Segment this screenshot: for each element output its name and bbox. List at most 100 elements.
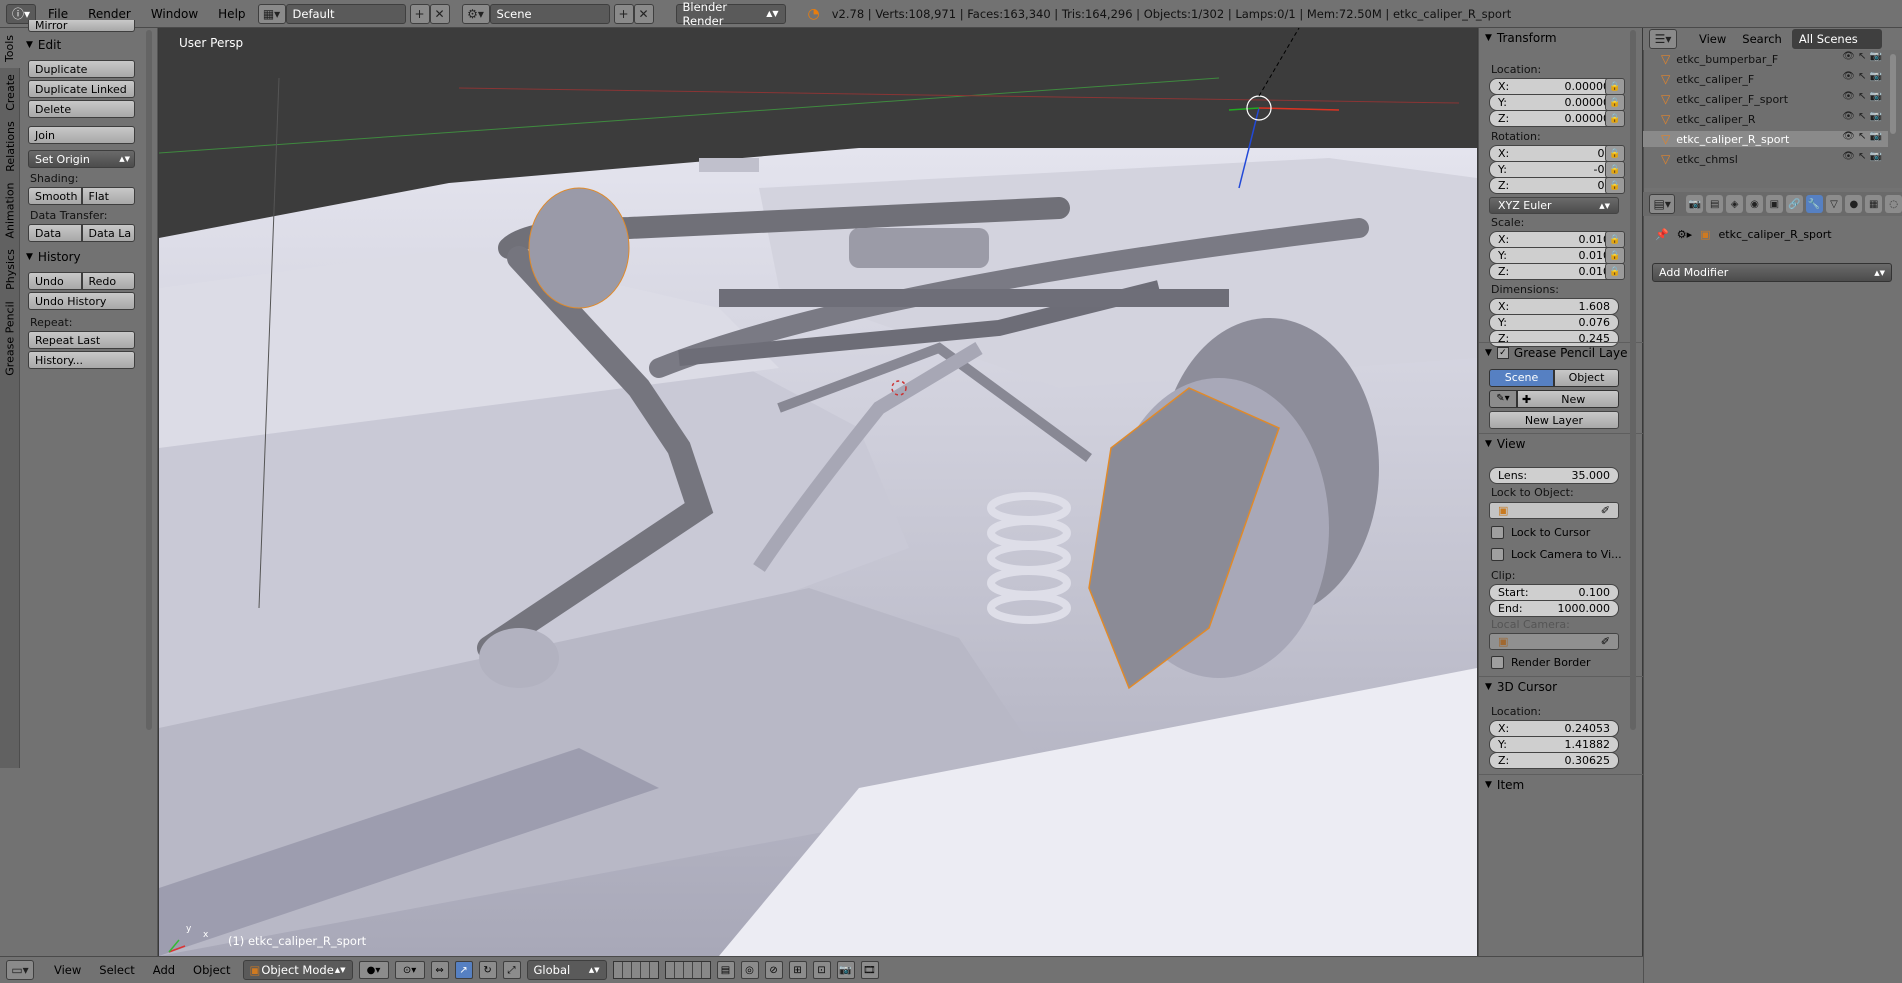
render-tab-icon[interactable]: 📷 bbox=[1686, 195, 1704, 213]
rotation-y-field[interactable]: Y: -0° bbox=[1489, 161, 1619, 178]
lock-rotation-y-icon[interactable]: 🔒 bbox=[1605, 161, 1625, 178]
outliner-item[interactable]: ▽ etkc_caliper_F_sport 👁 ↖ 📷 bbox=[1643, 91, 1888, 107]
clip-start-field[interactable]: Start: 0.100 bbox=[1489, 584, 1619, 601]
snap-toggle-icon[interactable]: ⊘ bbox=[764, 961, 783, 979]
properties-editor-icon[interactable]: ▤▾ bbox=[1649, 194, 1676, 214]
remove-scene-icon[interactable]: ✕ bbox=[633, 3, 654, 24]
outliner-item-selected[interactable]: ▽ etkc_caliper_R_sport 👁 ↖ 📷 bbox=[1643, 131, 1888, 147]
lock-camera-checkbox[interactable] bbox=[1491, 548, 1504, 561]
npanel-scrollbar[interactable] bbox=[1630, 30, 1636, 730]
outliner-restrict-icons[interactable]: 👁 ↖ 📷 bbox=[1842, 51, 1882, 62]
data-tab-icon[interactable]: ▽ bbox=[1825, 195, 1843, 213]
outliner-restrict-icons[interactable]: 👁 ↖ 📷 bbox=[1842, 131, 1882, 142]
render-opengl-icon[interactable]: 📷 bbox=[836, 961, 855, 979]
lock-cursor-checkbox[interactable] bbox=[1491, 526, 1504, 539]
add-screen-icon[interactable]: + bbox=[409, 3, 430, 24]
duplicate-linked-button[interactable]: Duplicate Linked bbox=[28, 80, 135, 98]
outliner-restrict-icons[interactable]: 👁 ↖ 📷 bbox=[1842, 111, 1882, 122]
render-animation-icon[interactable]: 🎞 bbox=[860, 961, 879, 979]
manipulator-toggle-icon[interactable]: ⇔ bbox=[430, 961, 449, 979]
lock-location-y-icon[interactable]: 🔒 bbox=[1605, 94, 1625, 111]
gp-new-layer-button[interactable]: New Layer bbox=[1489, 411, 1619, 429]
layers-grid-b[interactable] bbox=[664, 961, 711, 979]
lens-field[interactable]: Lens: 35.000 bbox=[1489, 467, 1619, 484]
scene-tab-icon[interactable]: ◈ bbox=[1726, 195, 1743, 213]
object-tab-icon[interactable]: ▣ bbox=[1765, 195, 1783, 213]
menu-window[interactable]: Window bbox=[143, 7, 206, 21]
material-tab-icon[interactable]: ● bbox=[1845, 195, 1863, 213]
lock-scale-x-icon[interactable]: 🔒 bbox=[1605, 231, 1625, 248]
undo-button[interactable]: Undo bbox=[28, 272, 82, 290]
menu-render[interactable]: Render bbox=[80, 7, 139, 21]
tab-animation[interactable]: Animation bbox=[0, 178, 20, 242]
outliner-item[interactable]: ▽ etkc_caliper_F 👁 ↖ 📷 bbox=[1643, 71, 1888, 87]
lock-scale-y-icon[interactable]: 🔒 bbox=[1605, 247, 1625, 264]
viewport-shading-icon[interactable]: ●▾ bbox=[358, 961, 389, 979]
snap-target-icon[interactable]: ⊡ bbox=[812, 961, 831, 979]
mirror-button[interactable]: Mirror bbox=[28, 20, 135, 32]
tab-create[interactable]: Create bbox=[0, 70, 20, 114]
transform-panel-header[interactable]: ▼ Transform bbox=[1479, 28, 1643, 48]
outliner-restrict-icons[interactable]: 👁 ↖ 📷 bbox=[1842, 71, 1882, 82]
data-layout-button[interactable]: Data La bbox=[81, 224, 135, 242]
remove-screen-icon[interactable]: ✕ bbox=[429, 3, 450, 24]
menu-file[interactable]: File bbox=[40, 7, 76, 21]
data-transfer-button[interactable]: Data bbox=[28, 224, 82, 242]
history-panel-header[interactable]: ▼ History bbox=[22, 248, 140, 266]
history-more-button[interactable]: History... bbox=[28, 351, 135, 369]
rotate-manipulator-icon[interactable]: ↻ bbox=[478, 961, 497, 979]
gp-browse-icon[interactable]: ✎▾ bbox=[1489, 390, 1517, 408]
menu-object[interactable]: Object bbox=[187, 963, 236, 977]
location-x-field[interactable]: X: 0.00000 bbox=[1489, 78, 1619, 95]
cursor-y-field[interactable]: Y: 1.41882 bbox=[1489, 736, 1619, 753]
outliner-scrollbar[interactable] bbox=[1890, 54, 1896, 134]
scene-icon[interactable]: ⚙▾ bbox=[461, 3, 490, 24]
set-origin-dropdown[interactable]: Set Origin ▲▼ bbox=[28, 150, 135, 168]
physics-tab-icon[interactable]: ◌ bbox=[1885, 195, 1902, 213]
item-panel-header[interactable]: ▼ Item bbox=[1479, 774, 1643, 794]
dimension-y-field[interactable]: Y: 0.076 bbox=[1489, 314, 1619, 331]
translate-manipulator-icon[interactable]: ↗ bbox=[454, 961, 473, 979]
lock-location-x-icon[interactable]: 🔒 bbox=[1605, 78, 1625, 95]
grease-pencil-panel-header[interactable]: ▼ ✓ Grease Pencil Laye bbox=[1479, 342, 1643, 362]
3d-cursor-panel-header[interactable]: ▼ 3D Cursor bbox=[1479, 676, 1643, 696]
lock-rotation-z-icon[interactable]: 🔒 bbox=[1605, 177, 1625, 194]
gp-object-button[interactable]: Object bbox=[1554, 369, 1619, 387]
render-layers-tab-icon[interactable]: ▤ bbox=[1706, 195, 1724, 213]
outliner-search-menu[interactable]: Search bbox=[1736, 32, 1788, 46]
outliner-filter-select[interactable]: All Scenes bbox=[1791, 29, 1882, 49]
world-tab-icon[interactable]: ◉ bbox=[1746, 195, 1763, 213]
3d-viewport[interactable] bbox=[159, 28, 1477, 956]
rotation-mode-select[interactable]: XYZ Euler ▲▼ bbox=[1489, 197, 1619, 214]
pivot-point-icon[interactable]: ⊙▾ bbox=[394, 961, 425, 979]
screen-layout-icon[interactable]: ▦▾ bbox=[257, 3, 286, 24]
modifiers-tab-icon[interactable]: 🔧 bbox=[1805, 195, 1823, 213]
shelf-scrollbar[interactable] bbox=[146, 30, 152, 730]
cursor-z-field[interactable]: Z: 0.30625 bbox=[1489, 752, 1619, 769]
undo-history-button[interactable]: Undo History bbox=[28, 292, 135, 310]
grease-pencil-checkbox[interactable]: ✓ bbox=[1496, 346, 1509, 359]
delete-button[interactable]: Delete bbox=[28, 100, 135, 118]
layer-lock-icon[interactable]: ▤ bbox=[716, 961, 735, 979]
tab-tools[interactable]: Tools bbox=[0, 28, 20, 68]
layers-grid-a[interactable] bbox=[612, 961, 659, 979]
constraints-tab-icon[interactable]: 🔗 bbox=[1785, 195, 1803, 213]
lock-location-z-icon[interactable]: 🔒 bbox=[1605, 110, 1625, 127]
menu-add[interactable]: Add bbox=[147, 963, 181, 977]
clip-end-field[interactable]: End: 1000.000 bbox=[1489, 600, 1619, 617]
add-modifier-dropdown[interactable]: Add Modifier ▲▼ bbox=[1652, 263, 1892, 282]
render-border-checkbox[interactable] bbox=[1491, 656, 1504, 669]
lock-object-field[interactable]: ▣ ✐ bbox=[1489, 502, 1619, 519]
outliner-view-menu[interactable]: View bbox=[1693, 32, 1732, 46]
transform-orientation-select[interactable]: Global ▲▼ bbox=[526, 960, 607, 980]
scale-x-field[interactable]: X: 0.010 bbox=[1489, 231, 1619, 248]
join-button[interactable]: Join bbox=[28, 126, 135, 144]
gp-new-button[interactable]: ✚ New bbox=[1517, 390, 1619, 408]
outliner-item[interactable]: ▽ etkc_bumperbar_F 👁 ↖ 📷 bbox=[1643, 51, 1888, 67]
texture-tab-icon[interactable]: ▦ bbox=[1865, 195, 1883, 213]
outliner-editor-icon[interactable]: ☰▾ bbox=[1649, 29, 1677, 49]
location-y-field[interactable]: Y: 0.00000 bbox=[1489, 94, 1619, 111]
edit-panel-header[interactable]: ▼ Edit bbox=[22, 36, 140, 54]
tab-physics[interactable]: Physics bbox=[0, 244, 20, 294]
menu-view[interactable]: View bbox=[48, 963, 87, 977]
